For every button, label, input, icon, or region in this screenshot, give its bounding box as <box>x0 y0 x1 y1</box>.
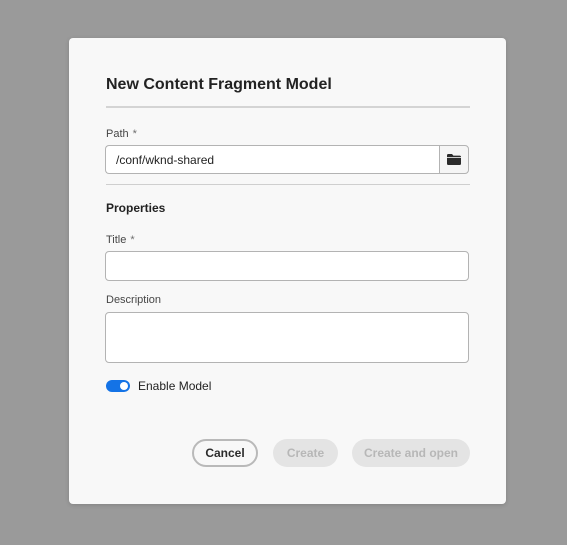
create-button[interactable]: Create <box>273 439 338 467</box>
new-content-fragment-model-dialog: New Content Fragment Model Path* Propert… <box>69 38 506 504</box>
cancel-button[interactable]: Cancel <box>192 439 258 467</box>
enable-model-toggle-row[interactable]: Enable Model <box>106 379 211 393</box>
path-label-text: Path <box>106 128 129 140</box>
path-divider <box>106 184 470 185</box>
properties-heading: Properties <box>106 201 166 215</box>
enable-model-label: Enable Model <box>138 379 212 393</box>
dialog-title: New Content Fragment Model <box>106 76 332 93</box>
enable-model-switch[interactable] <box>106 380 130 392</box>
path-field-group <box>105 145 469 174</box>
path-input[interactable] <box>105 145 439 174</box>
description-label: Description <box>106 294 162 306</box>
path-label: Path * <box>106 128 137 140</box>
switch-knob <box>120 382 128 390</box>
title-input[interactable] <box>105 251 469 281</box>
title-divider <box>106 106 470 108</box>
create-and-open-button[interactable]: Create and open <box>352 439 470 467</box>
path-browse-button[interactable] <box>439 145 469 174</box>
title-required-marker: * <box>130 234 135 246</box>
folder-icon <box>447 154 461 165</box>
description-input[interactable] <box>105 312 469 363</box>
path-required-marker: * <box>132 128 137 140</box>
title-label-text: Title <box>106 234 127 246</box>
title-label: Title * <box>106 234 135 246</box>
